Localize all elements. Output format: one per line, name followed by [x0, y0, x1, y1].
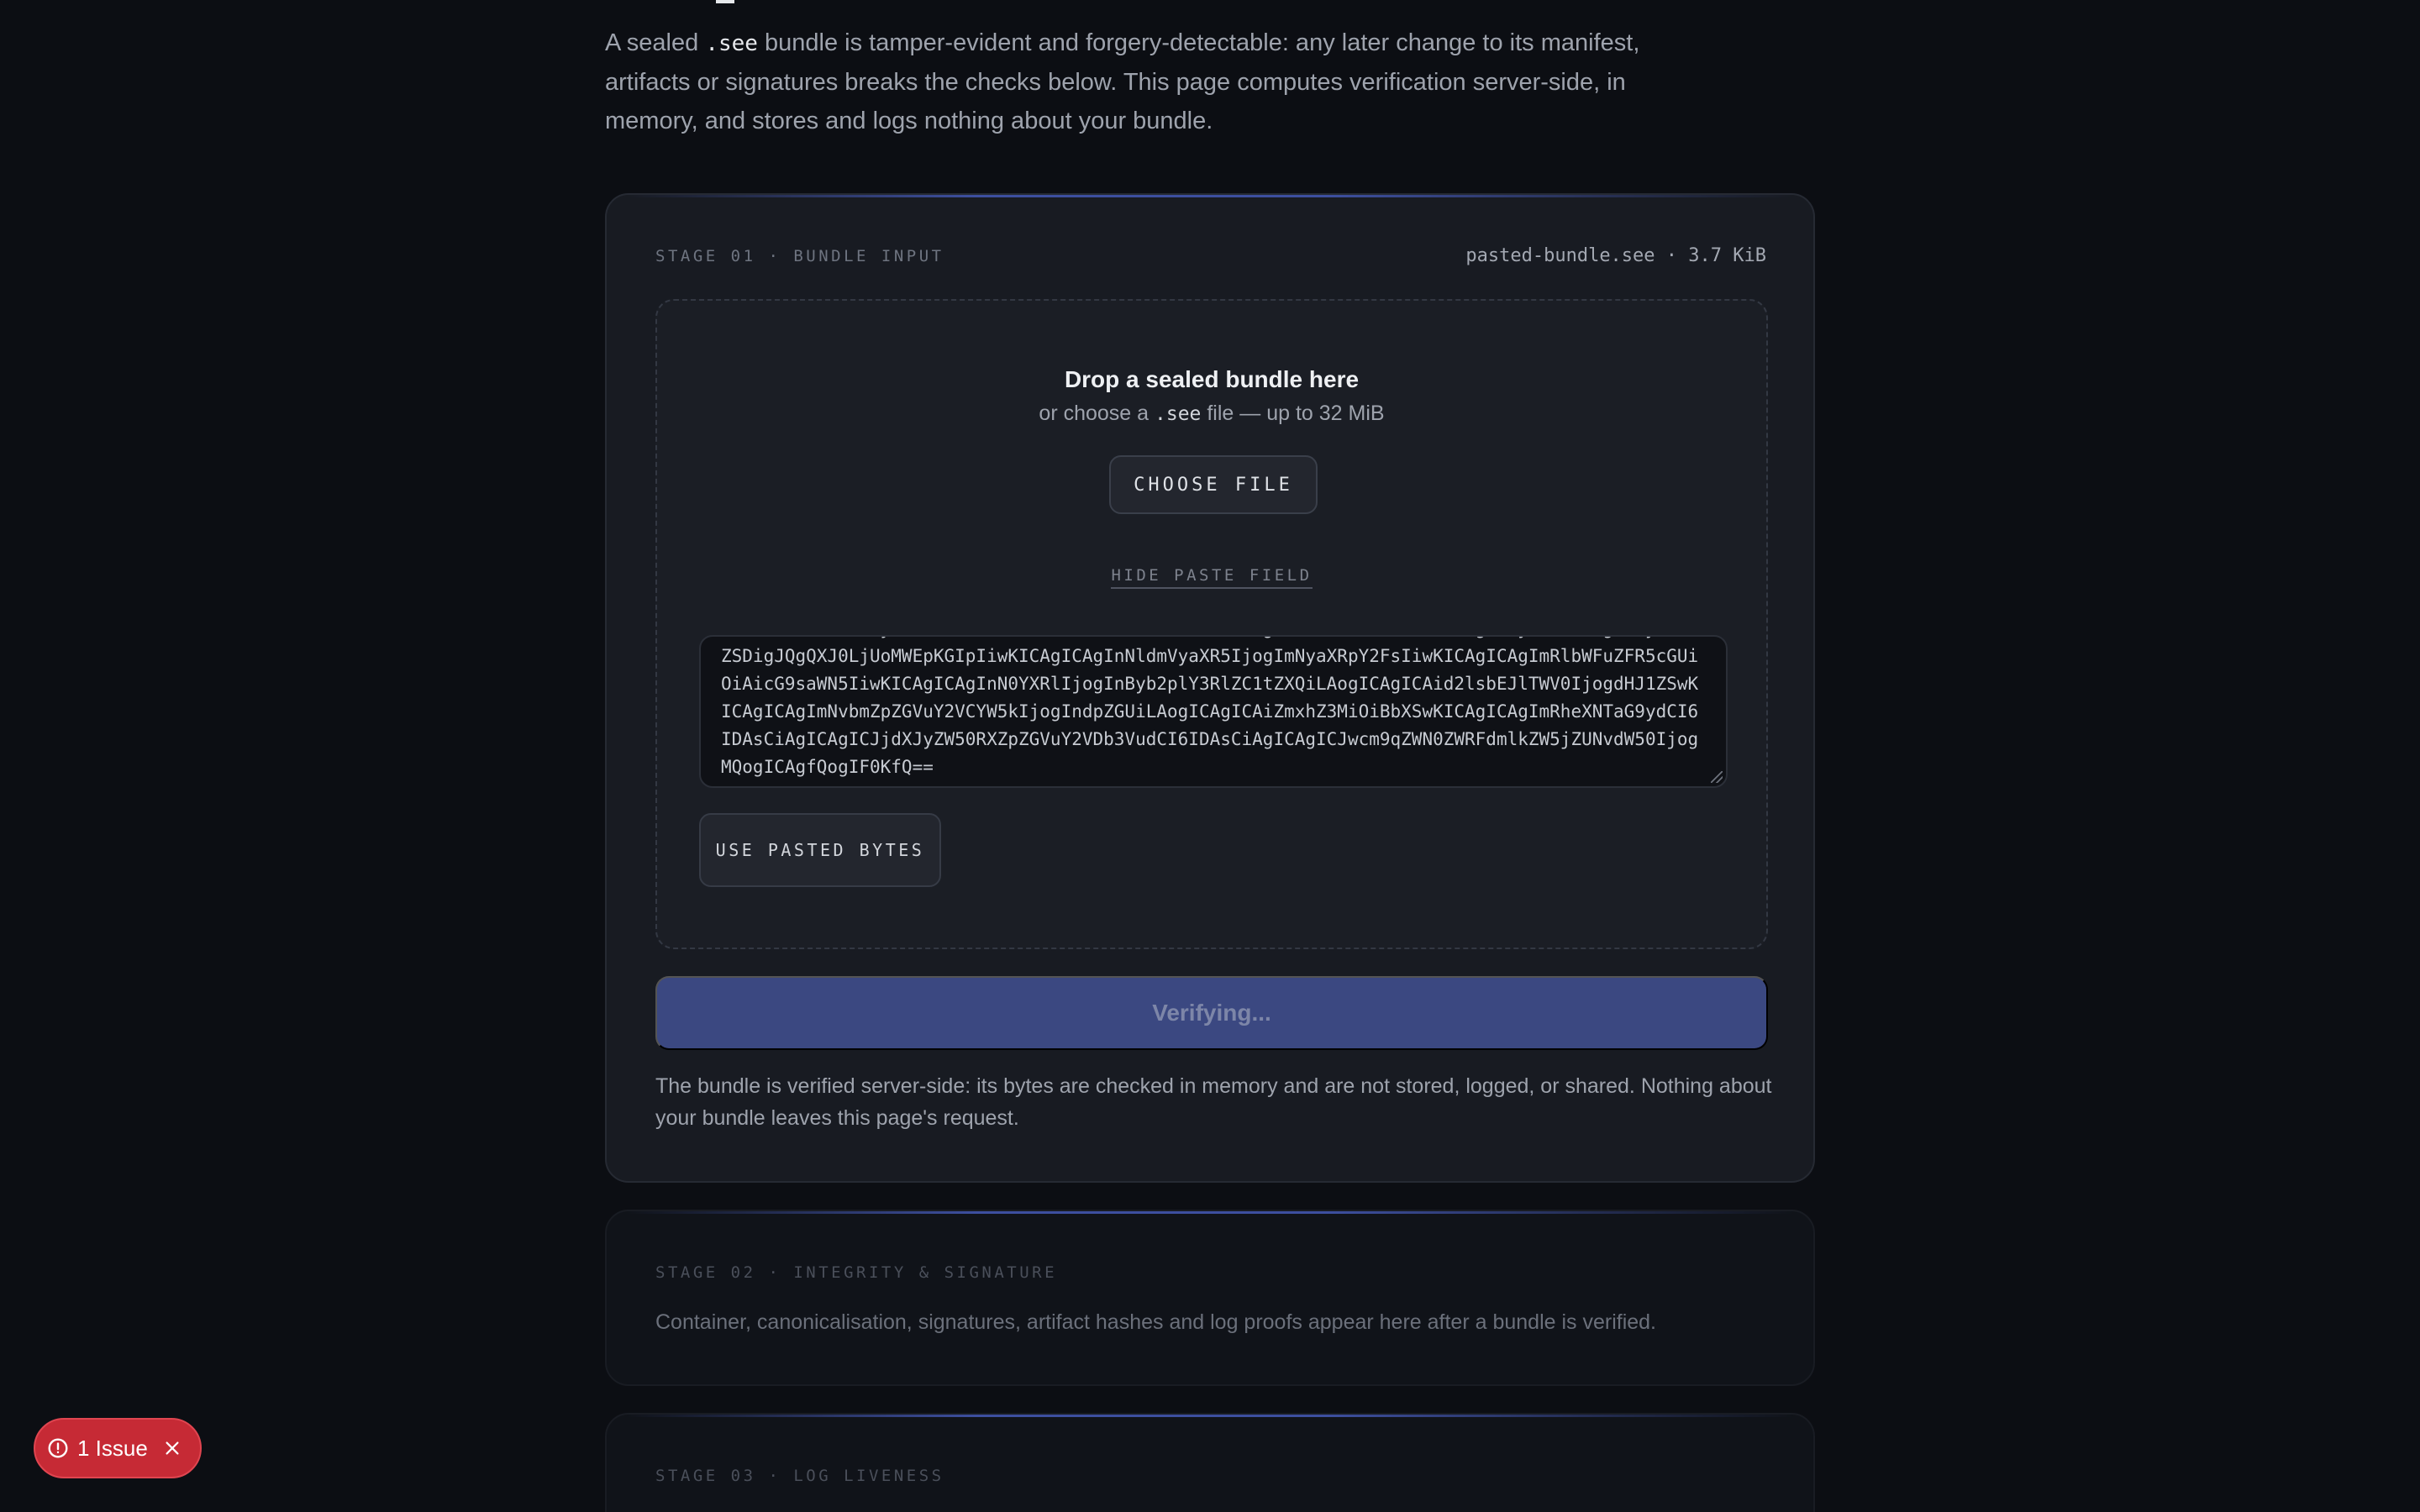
stage-01-bundle-input-card: STAGE 01 · BUNDLE INPUT pasted-bundle.se… — [605, 193, 1815, 1183]
bundle-dropzone[interactable]: Drop a sealed bundle here or choose a .s… — [655, 299, 1768, 949]
stage-02-placeholder-note: Container, canonicalisation, signatures,… — [655, 1310, 1657, 1334]
stage-03-log-liveness-card: STAGE 03 · LOG LIVENESS — [605, 1413, 1815, 1512]
intro-extension-code: .see — [705, 31, 758, 56]
paste-bytes-textarea[interactable]: LlBBlGRlcGxveWVyIGtzIGNhdWd0dCBvbmxJIHdU… — [699, 635, 1728, 788]
stage-01-privacy-note: The bundle is verified server-side: its … — [655, 1074, 1772, 1130]
dropzone-sub-start: or choose a — [1039, 402, 1155, 425]
stage-02-integrity-card: STAGE 02 · INTEGRITY & SIGNATURE Contain… — [605, 1210, 1815, 1386]
bundle-file-meta: pasted-bundle.see · 3.7 KiB — [1465, 245, 1766, 266]
dropzone-title: Drop a sealed bundle here — [1064, 366, 1360, 392]
use-pasted-bytes-button[interactable]: USE PASTED BYTES — [699, 813, 941, 887]
stage-03-label: STAGE 03 · LOG LIVENESS — [655, 1467, 944, 1485]
dropzone-subtitle: or choose a .see file — up to 32 MiB — [657, 402, 1766, 426]
paste-bytes-value: LlBBlGRlcGxveWVyIGtzIGNhdWd0dCBvbmxJIHdU… — [721, 637, 1699, 777]
dropzone-sub-end: file — up to 32 MiB — [1201, 402, 1385, 425]
intro-text-end: bundle is tamper-evident and forgery-det… — [605, 29, 1640, 134]
stage-02-label: STAGE 02 · INTEGRITY & SIGNATURE — [655, 1263, 1058, 1282]
close-icon[interactable] — [163, 1439, 182, 1457]
dropzone-sub-extension: .see — [1155, 403, 1202, 425]
intro-text-start: A sealed — [605, 29, 706, 56]
stage-01-label: STAGE 01 · BUNDLE INPUT — [655, 247, 944, 265]
issues-count-label: 1 Issue — [77, 1435, 148, 1461]
resize-handle-icon[interactable] — [1711, 771, 1723, 783]
verify-button[interactable]: Verifying... — [655, 976, 1768, 1050]
hide-paste-wrapper: HIDE PASTE FIELD — [657, 566, 1766, 589]
page-title-fragment — [716, 0, 734, 3]
intro-paragraph: A sealed .see bundle is tamper-evident a… — [605, 24, 1689, 140]
alert-circle-icon — [47, 1437, 69, 1459]
issues-badge[interactable]: 1 Issue — [34, 1418, 202, 1478]
hide-paste-field-link[interactable]: HIDE PASTE FIELD — [1111, 566, 1313, 589]
choose-file-button[interactable]: CHOOSE FILE — [1109, 455, 1318, 514]
